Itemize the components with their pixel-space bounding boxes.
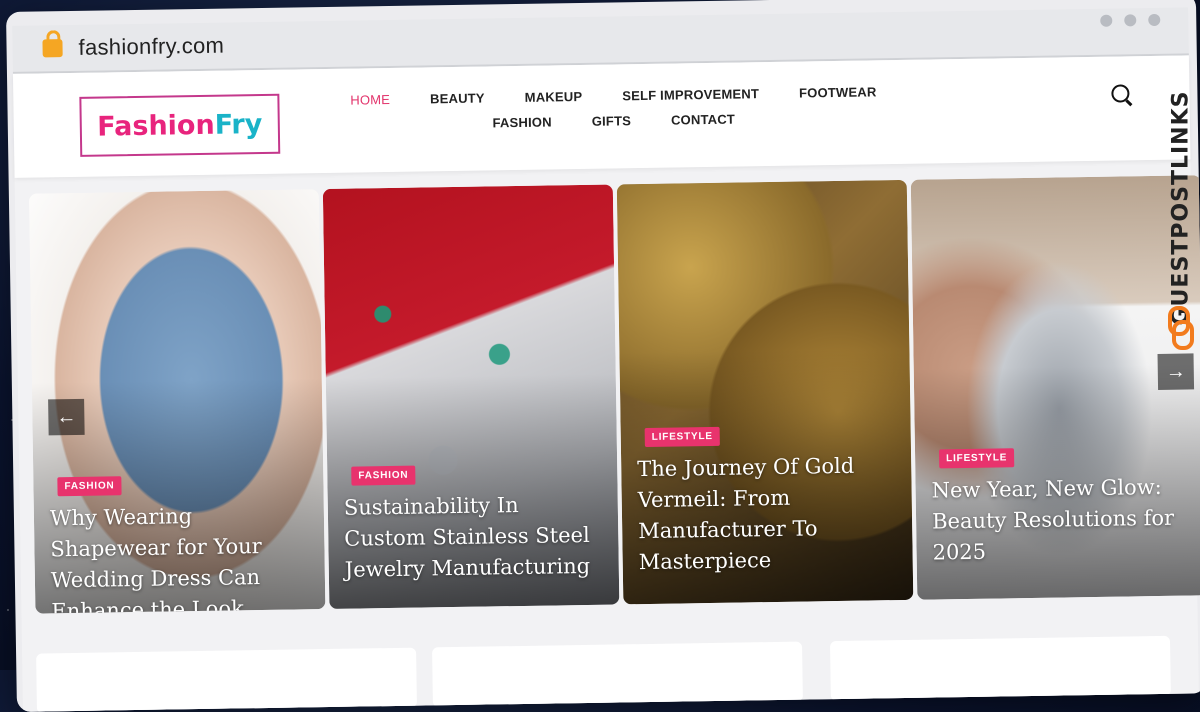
slider-card[interactable]: FASHION Sustainability In Custom Stainle…: [322, 184, 620, 609]
nav-item-footwear[interactable]: FOOTWEAR: [799, 84, 877, 100]
logo-text-fashion: Fashion: [97, 109, 215, 143]
nav-item-home[interactable]: HOME: [350, 92, 390, 108]
search-icon[interactable]: [1111, 84, 1130, 103]
watermark: GUESTPOSTLINKS: [1166, 58, 1196, 358]
site-logo[interactable]: Fashion Fry: [79, 93, 281, 157]
nav-item-contact[interactable]: CONTACT: [671, 112, 735, 128]
slider-card[interactable]: LIFESTYLE The Journey Of Gold Vermeil: F…: [616, 179, 914, 605]
content-block: [829, 635, 1171, 702]
window-dot-icon[interactable]: [1100, 14, 1113, 27]
nav-item-self-improvement[interactable]: SELF IMPROVEMENT: [622, 86, 759, 103]
browser-window: fashionfry.com Fashion Fry HOME BEAUTY MA…: [6, 0, 1200, 712]
logo-text-fry: Fry: [214, 108, 263, 141]
window-dot-icon[interactable]: [1148, 13, 1161, 27]
category-badge[interactable]: FASHION: [57, 476, 122, 497]
nav-item-makeup[interactable]: MAKEUP: [525, 89, 583, 105]
card-title[interactable]: Sustainability In Custom Stainless Steel…: [344, 489, 603, 586]
featured-slider: FASHION Why Wearing Shapewear for Your W…: [15, 175, 1200, 633]
slider-card[interactable]: LIFESTYLE New Year, New Glow: Beauty Res…: [910, 175, 1200, 600]
window-dot-icon[interactable]: [1124, 14, 1137, 27]
nav-item-gifts[interactable]: GIFTS: [592, 113, 632, 129]
url-text[interactable]: fashionfry.com: [78, 33, 224, 61]
nav-item-beauty[interactable]: BEAUTY: [430, 90, 485, 106]
content-block: [432, 641, 803, 708]
card-title[interactable]: Why Wearing Shapewear for Your Wedding D…: [50, 499, 310, 613]
nav-row-2: FASHION GIFTS CONTACT: [314, 109, 914, 133]
site-header: Fashion Fry HOME BEAUTY MAKEUP SELF IMPRO…: [12, 55, 1191, 178]
web-page: Fashion Fry HOME BEAUTY MAKEUP SELF IMPRO…: [12, 55, 1200, 712]
category-badge[interactable]: LIFESTYLE: [938, 448, 1015, 469]
slider-prev-button[interactable]: ←: [48, 398, 85, 436]
content-block: [36, 647, 417, 712]
card-title[interactable]: New Year, New Glow: Beauty Resolutions f…: [931, 471, 1190, 568]
window-controls: [1100, 13, 1161, 27]
category-badge[interactable]: LIFESTYLE: [644, 426, 720, 448]
lock-icon: [42, 39, 63, 58]
slider-next-button[interactable]: →: [1157, 353, 1195, 390]
watermark-text: GUESTPOSTLINKS: [1168, 90, 1194, 326]
chain-link-icon: [1168, 306, 1194, 350]
nav-row-1: HOME BEAUTY MAKEUP SELF IMPROVEMENT FOOT…: [313, 84, 913, 108]
main-navigation: HOME BEAUTY MAKEUP SELF IMPROVEMENT FOOT…: [313, 84, 914, 143]
nav-item-fashion[interactable]: FASHION: [492, 114, 551, 130]
card-title[interactable]: The Journey Of Gold Vermeil: From Manufa…: [637, 450, 897, 578]
category-badge[interactable]: FASHION: [351, 465, 416, 486]
